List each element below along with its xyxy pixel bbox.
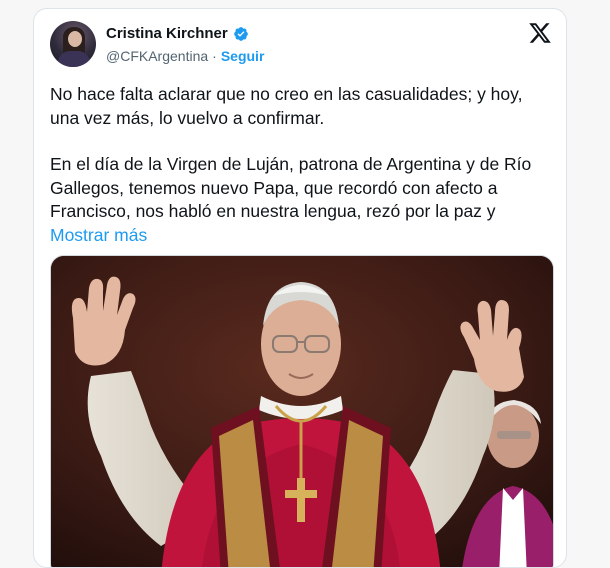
author-name-row: Cristina Kirchner: [106, 25, 249, 42]
tweet-paragraph-1: No hace falta aclarar que no creo en las…: [50, 84, 523, 128]
show-more-link[interactable]: Mostrar más: [50, 225, 147, 245]
tweet-paragraph-2: En el día de la Virgen de Luján, patrona…: [50, 153, 555, 247]
author-handle-row: @CFKArgentina · Seguir: [106, 48, 264, 64]
tweet-photo[interactable]: [50, 255, 554, 567]
avatar[interactable]: [50, 21, 96, 67]
author-display-name[interactable]: Cristina Kirchner: [106, 25, 228, 42]
author-handle[interactable]: @CFKArgentina: [106, 48, 208, 64]
separator-dot: ·: [212, 48, 217, 64]
pope-photo-illustration: [51, 256, 553, 567]
tweet-paragraph-2-text: En el día de la Virgen de Luján, patrona…: [50, 154, 532, 221]
verified-badge-icon: [233, 26, 248, 41]
follow-button[interactable]: Seguir: [221, 48, 265, 64]
tweet-card[interactable]: Cristina Kirchner @CFKArgentina · Seguir…: [33, 8, 567, 568]
tweet-text: No hace falta aclarar que no creo en las…: [50, 83, 555, 270]
x-logo-icon[interactable]: [528, 21, 552, 45]
